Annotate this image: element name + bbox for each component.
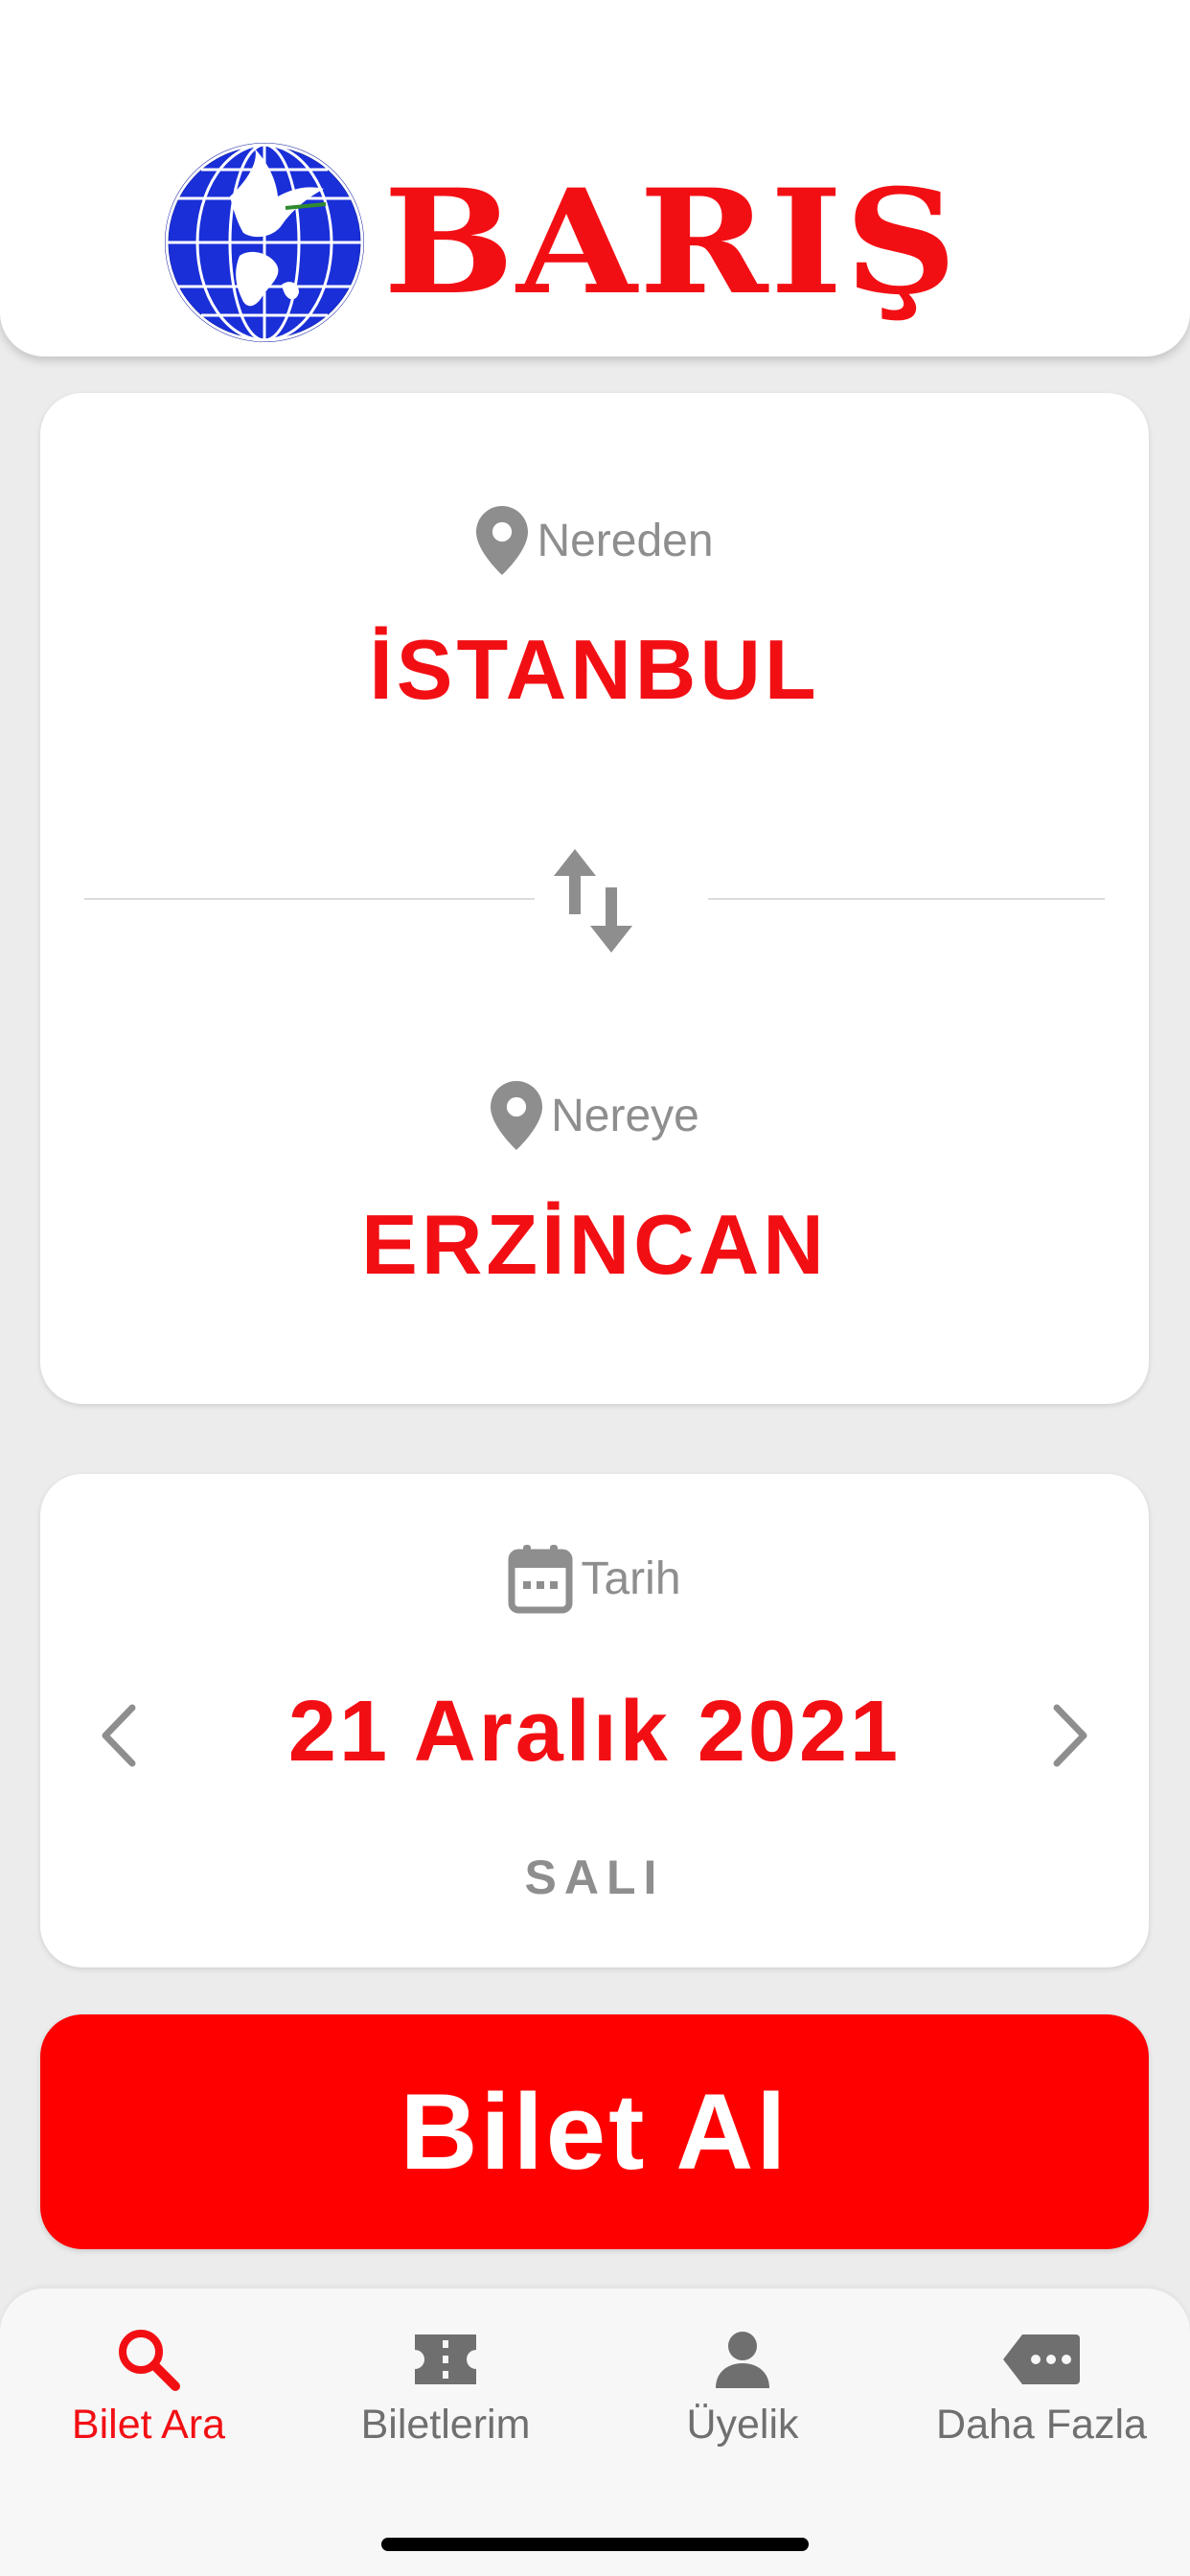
divider-right — [708, 898, 1105, 900]
date-card: Tarih 21 Aralık 2021 SALI — [40, 1474, 1149, 1967]
chevron-right-icon — [1053, 1704, 1087, 1767]
tab-label: Bilet Ara — [71, 2402, 226, 2448]
date-label-row: Tarih — [40, 1543, 1149, 1614]
bottom-tab-bar: Bilet Ara Biletlerim Üyelik Daha Fazla — [0, 2288, 1190, 2576]
from-label-row[interactable]: Nereden — [40, 506, 1149, 575]
location-pin-icon — [491, 1081, 543, 1150]
more-tag-icon — [1003, 2334, 1080, 2384]
globe-dove-icon — [165, 143, 364, 342]
ticket-icon — [415, 2334, 476, 2384]
selected-weekday: SALI — [524, 1851, 665, 1904]
from-label: Nereden — [537, 515, 714, 566]
to-city[interactable]: ERZİNCAN — [40, 1196, 1149, 1294]
tab-bilet-ara[interactable]: Bilet Ara — [0, 2325, 297, 2469]
buy-ticket-button[interactable]: Bilet Al — [40, 2014, 1149, 2249]
tab-daha-fazla[interactable]: Daha Fazla — [893, 2325, 1190, 2469]
tab-label: Biletlerim — [360, 2402, 531, 2448]
route-card: Nereden İSTANBUL Nereye ERZİNCAN — [40, 393, 1149, 1404]
calendar-icon — [508, 1545, 573, 1614]
to-label: Nereye — [551, 1090, 699, 1141]
app-header: BARIŞ — [0, 0, 1190, 356]
tab-label: Üyelik — [686, 2402, 799, 2448]
search-icon — [119, 2330, 180, 2391]
person-icon — [716, 2332, 769, 2388]
next-day-button[interactable] — [1034, 1683, 1110, 1788]
location-pin-icon — [476, 506, 529, 575]
date-label: Tarih — [581, 1552, 681, 1604]
from-city[interactable]: İSTANBUL — [40, 621, 1149, 719]
tab-biletlerim[interactable]: Biletlerim — [297, 2325, 594, 2469]
swap-button[interactable] — [541, 843, 647, 958]
divider-left — [84, 898, 535, 900]
swap-vertical-icon — [554, 849, 632, 953]
tab-label: Daha Fazla — [936, 2402, 1147, 2448]
brand-name: BARIŞ — [383, 158, 959, 327]
brand-logo: BARIŞ — [163, 142, 1025, 343]
tab-uyelik[interactable]: Üyelik — [594, 2325, 891, 2469]
home-indicator — [381, 2538, 809, 2551]
selected-date[interactable]: 21 Aralık 2021 — [40, 1683, 1149, 1782]
to-label-row[interactable]: Nereye — [40, 1081, 1149, 1150]
